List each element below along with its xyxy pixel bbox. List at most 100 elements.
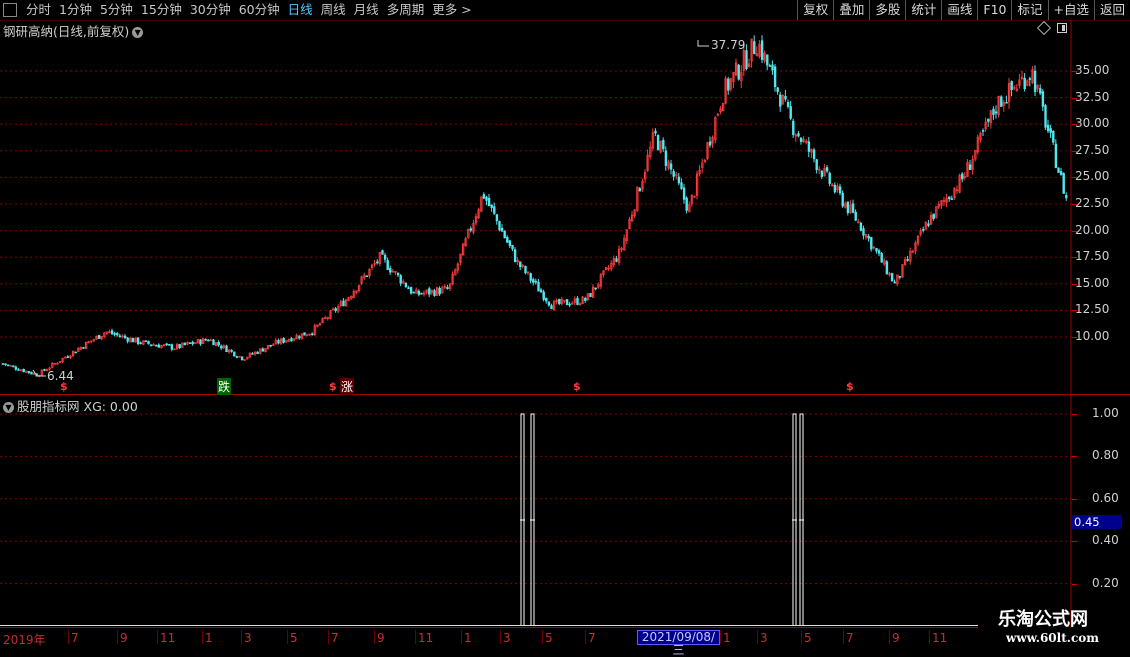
candle-body [664,150,668,166]
date-separator [157,630,158,644]
candle-body [12,365,15,368]
candle-body [1028,78,1032,80]
date-separator [287,630,288,644]
candle-body [1052,131,1055,143]
date-axis: 2019年 7 9 11 1 3 5 7 9 11 1 3 5 7 1 3 5 7 9 11 [0,628,1130,650]
candle-body [708,141,712,146]
candle-body [745,50,748,70]
candle-body [183,342,187,346]
candle-body [282,337,285,343]
date-label: 9 [377,631,385,645]
candle-body [311,333,314,336]
candle-body [846,201,850,213]
price-tick-label: 35.00 [1075,63,1110,77]
date-label: 3 [760,631,768,645]
date-label: 9 [120,631,128,645]
candle-body [438,287,441,295]
candle-body [547,301,551,306]
candle-body [1039,88,1042,94]
candle-body [948,196,951,200]
candle-body [469,228,473,231]
candle-body [157,344,161,348]
date-separator [889,630,890,644]
candle-body [6,364,10,367]
price-tick [1072,177,1077,179]
candle-body [685,197,688,211]
date-label: 5 [290,631,298,645]
date-separator [461,630,462,644]
candle-body [550,305,553,310]
candle-body [110,330,114,335]
candle-body [149,344,153,346]
candle-body [568,303,571,306]
candle-body [305,334,309,337]
price-tick-label: 10.00 [1075,329,1110,343]
chart-canvas[interactable] [0,0,1130,650]
date-separator [68,630,69,644]
candle-body [737,64,740,80]
candle-body [682,187,686,200]
date-label: 2019年 [3,633,46,647]
date-label: 7 [331,631,339,645]
candle-body [207,339,210,342]
indicator-series [520,413,804,626]
candle-body [420,292,423,295]
candle-body [14,366,18,370]
date-separator [328,630,329,644]
candle-body [136,337,140,344]
date-separator [720,630,721,644]
price-tick-label: 22.50 [1075,196,1110,210]
candle-body [854,211,857,221]
date-label: 5 [545,631,553,645]
candle-body [204,338,207,341]
date-label: 3 [244,631,252,645]
candle-body [906,259,909,261]
candle-body [812,149,816,160]
signal-marker-s: $ [329,380,337,393]
candle-body [30,371,33,375]
candle-body [399,275,402,284]
candle-body [407,287,410,290]
candle-body [233,351,236,357]
candle-body [485,196,488,201]
date-separator [929,630,930,644]
candle-body [1057,167,1060,173]
signal-marker-up: 涨 [340,378,355,395]
candle-body [792,120,795,135]
candle-body [851,203,855,213]
candle-body [565,299,569,306]
indicator-tick-label: 1.00 [1092,406,1119,420]
candle-body [1054,143,1058,169]
candle-body [417,290,421,295]
date-separator [117,630,118,644]
price-tick-label: 32.50 [1075,89,1110,104]
candle-body [519,261,522,268]
candle-body [240,356,244,361]
candle-body [932,213,935,219]
candle-body [529,273,532,281]
candle-body [147,341,150,345]
date-separator [542,630,543,644]
candle-body [396,272,400,276]
candle-body [217,341,220,346]
candle-body [199,339,202,345]
candle-body [383,254,387,260]
candle-body [113,333,116,335]
signal-marker-s: $ [846,380,854,393]
candle-body [656,135,660,151]
candle-body [677,176,681,184]
candle-body [97,334,101,339]
candle-body [838,186,842,194]
candle-body [885,261,889,275]
indicator-tick [1072,498,1077,500]
price-tick [1072,204,1077,205]
candle-body [981,130,985,132]
candle-body [558,299,561,304]
candle-body [532,279,535,283]
price-tick-label: 15.00 [1075,275,1110,290]
candle-body [1000,96,1003,107]
candle-body [513,249,517,263]
candle-body [490,204,493,208]
candle-body [987,118,990,122]
price-tick [1072,150,1077,152]
